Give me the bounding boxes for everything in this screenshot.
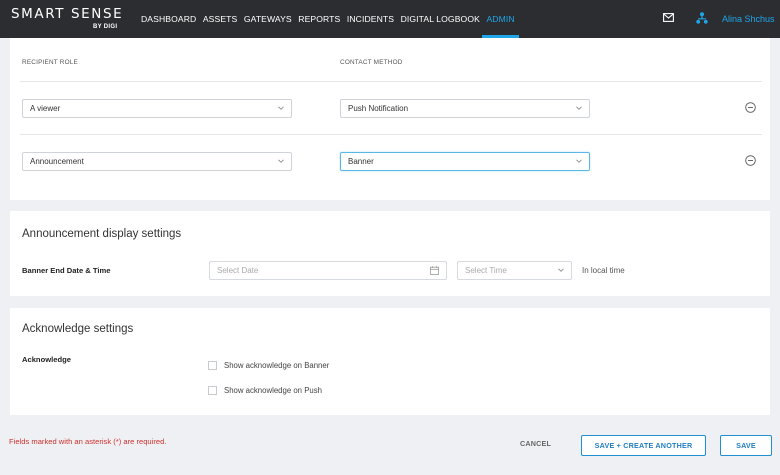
org-chart-icon[interactable] — [696, 12, 708, 24]
select-value: Push Notification — [348, 104, 409, 113]
remove-row-icon[interactable] — [745, 155, 756, 166]
nav-admin[interactable]: ADMIN — [482, 0, 519, 38]
select-value: A viewer — [30, 104, 61, 113]
recipients-panel: RECIPIENT ROLE CONTACT METHOD A viewer P… — [10, 38, 770, 200]
chevron-down-icon — [278, 106, 284, 110]
acknowledge-panel: Acknowledge settings Acknowledge Show ac… — [10, 308, 770, 415]
cancel-button[interactable]: CANCEL — [520, 439, 551, 448]
local-time-text: In local time — [582, 266, 625, 275]
divider — [20, 134, 762, 135]
mail-icon[interactable] — [663, 13, 674, 22]
recipient-role-select-1[interactable]: A viewer — [22, 99, 292, 118]
logo-subtext: BY DIGI — [93, 24, 118, 30]
ack-push-checkbox[interactable] — [208, 386, 217, 395]
nav-dashboard[interactable]: DASHBOARD — [141, 0, 196, 38]
time-select[interactable]: Select Time — [457, 261, 572, 280]
select-value: Banner — [348, 157, 374, 166]
time-placeholder: Select Time — [465, 266, 507, 275]
logo-text: SMART SENSE — [11, 6, 124, 22]
select-value: Announcement — [30, 157, 84, 166]
checkbox-label: Show acknowledge on Banner — [224, 361, 330, 370]
required-fields-note: Fields marked with an asterisk (*) are r… — [9, 437, 167, 446]
top-nav-bar: SMART SENSE BY DIGI DASHBOARD ASSETS GAT… — [0, 0, 780, 38]
nav-gateways[interactable]: GATEWAYS — [244, 0, 292, 38]
section-title: Announcement display settings — [22, 228, 182, 240]
contact-method-header: CONTACT METHOD — [340, 59, 403, 66]
recipient-role-select-2[interactable]: Announcement — [22, 152, 292, 171]
chevron-down-icon — [278, 159, 284, 163]
recipient-role-header: RECIPIENT ROLE — [22, 59, 78, 66]
contact-method-select-1[interactable]: Push Notification — [340, 99, 590, 118]
contact-method-select-2[interactable]: Banner — [340, 152, 590, 171]
ack-banner-option[interactable]: Show acknowledge on Banner — [208, 361, 329, 370]
save-button[interactable]: SAVE — [720, 435, 772, 456]
acknowledge-label: Acknowledge — [22, 355, 71, 364]
chevron-down-icon — [576, 106, 582, 110]
banner-end-label: Banner End Date & Time — [22, 266, 111, 275]
display-settings-panel: Announcement display settings Banner End… — [10, 211, 770, 296]
chevron-down-icon — [576, 159, 582, 163]
calendar-icon — [430, 266, 439, 275]
nav-reports[interactable]: REPORTS — [298, 0, 340, 38]
date-picker-input[interactable]: Select Date — [209, 261, 447, 280]
date-placeholder: Select Date — [217, 266, 259, 275]
user-menu[interactable]: Alina Shchus — [722, 0, 775, 38]
nav-digital-logbook[interactable]: DIGITAL LOGBOOK — [401, 0, 480, 38]
chevron-down-icon — [558, 268, 564, 272]
section-title: Acknowledge settings — [22, 323, 134, 335]
save-create-another-button[interactable]: SAVE + CREATE ANOTHER — [581, 435, 706, 456]
nav-incidents[interactable]: INCIDENTS — [347, 0, 394, 38]
main-nav: DASHBOARD ASSETS GATEWAYS REPORTS INCIDE… — [141, 0, 521, 38]
app-logo[interactable]: SMART SENSE BY DIGI — [11, 6, 124, 30]
checkbox-label: Show acknowledge on Push — [224, 386, 322, 395]
nav-assets[interactable]: ASSETS — [203, 0, 238, 38]
ack-push-option[interactable]: Show acknowledge on Push — [208, 386, 322, 395]
ack-banner-checkbox[interactable] — [208, 361, 217, 370]
remove-row-icon[interactable] — [745, 102, 756, 113]
divider — [20, 81, 762, 82]
